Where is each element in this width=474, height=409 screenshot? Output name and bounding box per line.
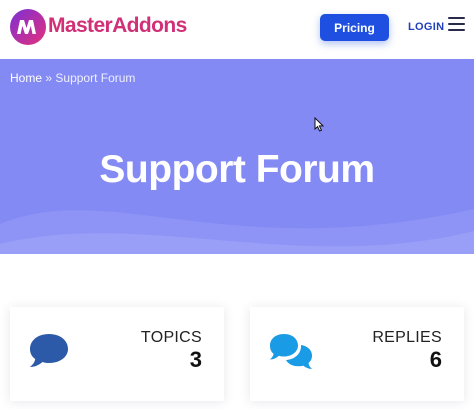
page-title: Support Forum [99, 148, 375, 191]
hamburger-menu-icon[interactable] [448, 17, 465, 33]
breadcrumb-separator: » [45, 71, 53, 85]
breadcrumb-home-link[interactable]: Home [10, 71, 42, 85]
pricing-button[interactable]: Pricing [320, 14, 389, 41]
site-header: MasterAddons Pricing LOGIN [0, 0, 474, 58]
comment-icon [30, 334, 68, 367]
mouse-pointer-icon [314, 117, 325, 132]
replies-stat-card: REPLIES 6 [250, 307, 464, 401]
brand-name[interactable]: MasterAddons [48, 13, 187, 39]
comments-icon [270, 334, 312, 369]
master-addons-logo-icon[interactable] [10, 9, 46, 45]
topics-label: TOPICS [140, 329, 202, 346]
breadcrumb: Home » Support Forum [10, 71, 135, 85]
breadcrumb-current: Support Forum [55, 71, 136, 85]
login-link[interactable]: LOGIN [408, 21, 444, 33]
replies-label: REPLIES [372, 329, 442, 346]
replies-count: 6 [429, 347, 442, 372]
topics-stat-card: TOPICS 3 [10, 307, 224, 401]
topics-count: 3 [189, 347, 202, 372]
hero-banner: Home » Support Forum Support Forum [0, 59, 474, 254]
